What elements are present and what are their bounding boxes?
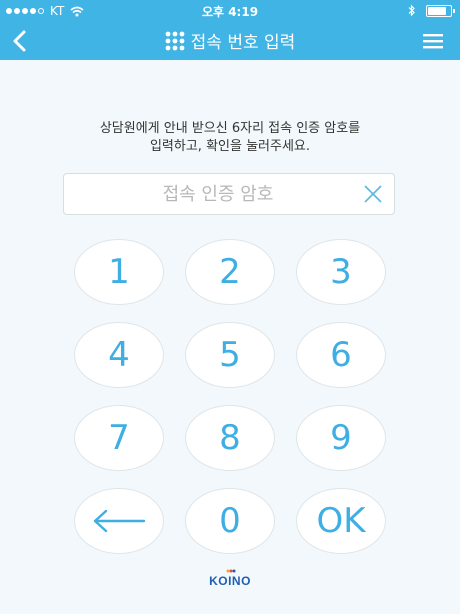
key-9[interactable]: 9 bbox=[296, 405, 386, 471]
hamburger-menu-icon[interactable] bbox=[420, 28, 446, 54]
koino-logo: KOINO bbox=[209, 574, 251, 588]
key-0[interactable]: 0 bbox=[185, 488, 275, 554]
instruction-text: 상담원에게 안내 받으신 6자리 접속 인증 암호를 입력하고, 확인을 눌러주… bbox=[20, 120, 440, 156]
grid-dots-icon bbox=[165, 31, 185, 50]
navigation-bar: 접속 번호 입력 bbox=[0, 22, 460, 60]
key-7[interactable]: 7 bbox=[74, 405, 164, 471]
battery-fill bbox=[428, 6, 446, 15]
page-title: 접속 번호 입력 bbox=[0, 28, 460, 53]
bluetooth-icon bbox=[408, 4, 415, 17]
key-6[interactable]: 6 bbox=[296, 322, 386, 388]
logo-mark-icon bbox=[226, 569, 236, 573]
ok-button[interactable]: OK bbox=[296, 488, 386, 554]
status-time: 오후 4:19 bbox=[201, 5, 259, 19]
battery-icon bbox=[426, 4, 455, 17]
left-arrow-icon bbox=[93, 509, 146, 533]
key-3[interactable]: 3 bbox=[296, 239, 386, 305]
status-right bbox=[408, 4, 455, 17]
close-x-icon[interactable] bbox=[362, 183, 384, 205]
instruction-line-1: 상담원에게 안내 받으신 6자리 접속 인증 암호를 bbox=[99, 121, 361, 136]
auth-code-input[interactable] bbox=[64, 174, 354, 214]
key-2[interactable]: 2 bbox=[185, 239, 275, 305]
keypad: 1 2 3 4 5 6 7 8 9 0 OK bbox=[0, 0, 460, 614]
code-input-container bbox=[63, 173, 395, 215]
key-8[interactable]: 8 bbox=[185, 405, 275, 471]
backspace-button[interactable] bbox=[74, 488, 164, 554]
instruction-line-2: 입력하고, 확인을 눌러주세요. bbox=[149, 139, 311, 154]
key-1[interactable]: 1 bbox=[74, 239, 164, 305]
status-bar: KT 오후 4:19 bbox=[0, 0, 460, 22]
key-5[interactable]: 5 bbox=[185, 322, 275, 388]
battery-cap bbox=[453, 8, 455, 13]
page-title-text: 접속 번호 입력 bbox=[190, 33, 296, 53]
key-4[interactable]: 4 bbox=[74, 322, 164, 388]
